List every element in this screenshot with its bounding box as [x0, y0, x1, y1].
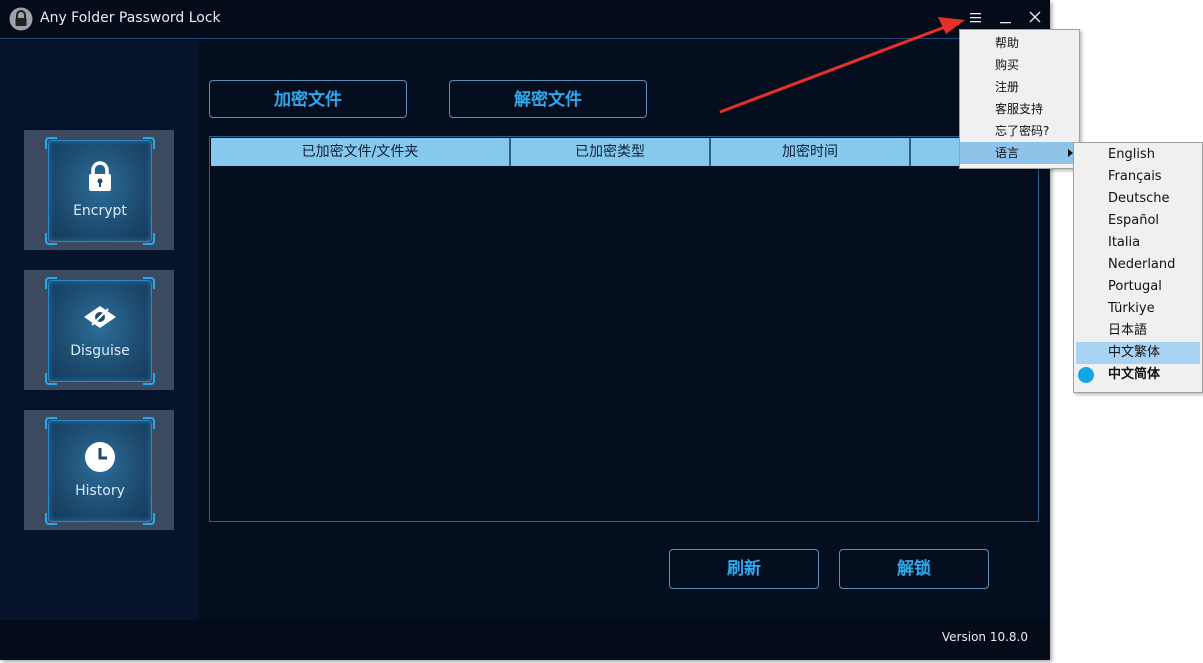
main-menu: 帮助 购买 注册 客服支持 忘了密码? 语言	[959, 29, 1080, 169]
lang-item-traditional-chinese[interactable]: 中文繁体	[1076, 342, 1200, 364]
menu-item-help[interactable]: 帮助	[960, 32, 1079, 54]
lang-item-japanese[interactable]: 日本語	[1074, 320, 1202, 342]
menu-item-register[interactable]: 注册	[960, 76, 1079, 98]
selected-dot-icon	[1078, 367, 1094, 383]
lang-item-italian[interactable]: Italia	[1074, 232, 1202, 254]
lang-item-turkish[interactable]: Türkiye	[1074, 298, 1202, 320]
lang-item-german[interactable]: Deutsche	[1074, 188, 1202, 210]
language-menu: English Français Deutsche Español Italia…	[1073, 142, 1203, 393]
lang-item-french[interactable]: Français	[1074, 166, 1202, 188]
menu-item-language[interactable]: 语言	[960, 142, 1079, 164]
menu-item-support[interactable]: 客服支持	[960, 98, 1079, 120]
menu-item-forgot-password[interactable]: 忘了密码?	[960, 120, 1079, 142]
lang-item-dutch[interactable]: Nederland	[1074, 254, 1202, 276]
lang-item-english[interactable]: English	[1074, 144, 1202, 166]
lang-item-portuguese[interactable]: Portugal	[1074, 276, 1202, 298]
lang-item-spanish[interactable]: Español	[1074, 210, 1202, 232]
menu-item-buy[interactable]: 购买	[960, 54, 1079, 76]
lang-item-simplified-chinese[interactable]: 中文简体	[1074, 364, 1202, 386]
